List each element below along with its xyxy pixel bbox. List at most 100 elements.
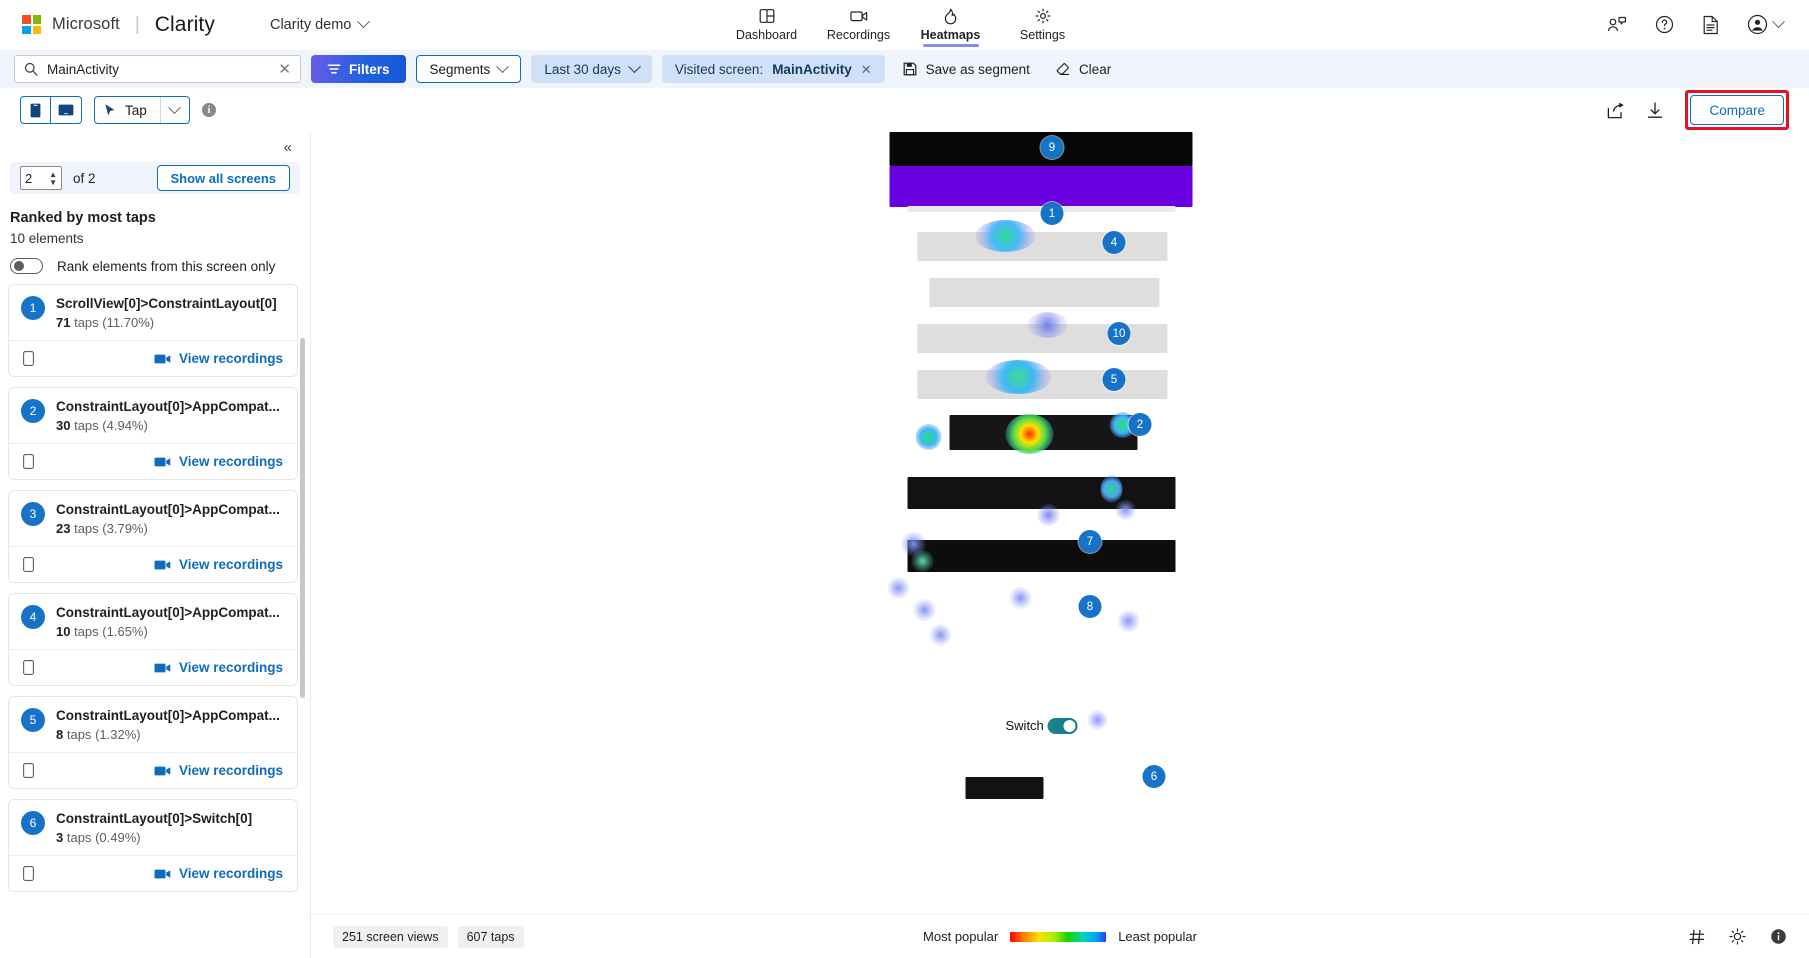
stepper-arrows[interactable]: ▲ ▼ bbox=[49, 170, 57, 186]
filter-bar: ✕ Filters Segments Last 30 days Visited … bbox=[0, 50, 1809, 88]
tap-percent: (1.32%) bbox=[95, 727, 141, 742]
heat-blob bbox=[913, 599, 936, 621]
people-chat-icon[interactable] bbox=[1607, 16, 1627, 33]
element-selector: ConstraintLayout[0]>AppCompat... bbox=[56, 708, 280, 723]
save-as-segment-label: Save as segment bbox=[925, 61, 1030, 77]
filters-button[interactable]: Filters bbox=[311, 55, 406, 83]
heatmap-rank-marker[interactable]: 2 bbox=[1128, 413, 1152, 436]
device-phone-icon bbox=[23, 866, 34, 881]
brightness-icon[interactable] bbox=[1729, 928, 1746, 945]
view-recordings-link[interactable]: View recordings bbox=[154, 351, 283, 366]
heatmap-rank-marker[interactable]: 4 bbox=[1102, 231, 1126, 254]
tab-recordings[interactable]: Recordings bbox=[813, 0, 905, 50]
tap-word: taps bbox=[66, 727, 92, 742]
screen-views-stat: 251 screen views bbox=[333, 925, 448, 948]
date-range-dropdown[interactable]: Last 30 days bbox=[531, 55, 652, 83]
info-icon[interactable]: i bbox=[202, 103, 216, 117]
clear-filters-button[interactable]: Clear bbox=[1048, 55, 1119, 83]
compare-button[interactable]: Compare bbox=[1690, 95, 1784, 125]
rank-scope-toggle-label: Rank elements from this screen only bbox=[57, 258, 276, 274]
ranked-element-card[interactable]: 4 ConstraintLayout[0]>AppCompat... 10 taps… bbox=[8, 593, 298, 686]
tap-count: 71 bbox=[56, 315, 71, 330]
microsoft-logo-icon bbox=[22, 15, 41, 34]
stepper-up-icon[interactable]: ▲ bbox=[49, 170, 57, 178]
heatmap-rank-marker[interactable]: 6 bbox=[1142, 765, 1166, 788]
view-recordings-link[interactable]: View recordings bbox=[154, 557, 283, 572]
device-phone-icon bbox=[23, 351, 34, 366]
tab-settings[interactable]: Settings bbox=[997, 0, 1089, 50]
chevron-down-icon bbox=[496, 59, 510, 73]
document-icon[interactable] bbox=[1702, 15, 1719, 35]
screen-index-stepper[interactable]: ▲ ▼ bbox=[20, 166, 62, 190]
heatmap-rank-marker[interactable]: 8 bbox=[1078, 595, 1102, 618]
tap-percent: (3.79%) bbox=[102, 521, 148, 536]
dashboard-icon bbox=[759, 8, 775, 25]
segments-dropdown[interactable]: Segments bbox=[415, 55, 522, 83]
download-icon[interactable] bbox=[1647, 101, 1663, 119]
tab-dashboard[interactable]: Dashboard bbox=[721, 0, 813, 50]
taps-stat: 607 taps bbox=[457, 925, 524, 948]
date-range-label: Last 30 days bbox=[544, 61, 621, 77]
cursor-icon bbox=[104, 103, 116, 117]
rank-scope-toggle[interactable] bbox=[10, 258, 43, 274]
project-selector[interactable]: Clarity demo bbox=[270, 15, 371, 33]
double-chevron-left-icon[interactable]: « bbox=[284, 139, 292, 156]
share-icon[interactable] bbox=[1607, 102, 1625, 119]
ranked-element-card[interactable]: 3 ConstraintLayout[0]>AppCompat... 23 taps… bbox=[8, 490, 298, 583]
device-tablet-button[interactable] bbox=[51, 96, 82, 124]
element-selector: ConstraintLayout[0]>AppCompat... bbox=[56, 605, 280, 620]
heatmap-rank-marker[interactable]: 9 bbox=[1040, 136, 1064, 159]
chevron-down-icon bbox=[167, 100, 181, 114]
scrollbar-thumb[interactable] bbox=[300, 338, 305, 698]
view-recordings-link[interactable]: View recordings bbox=[154, 660, 283, 675]
app-switch-row bbox=[966, 740, 1122, 762]
info-icon[interactable] bbox=[1770, 928, 1787, 945]
help-icon[interactable] bbox=[1655, 15, 1674, 34]
heatmap-rank-marker[interactable]: 10 bbox=[1107, 322, 1131, 345]
app-button-block-3 bbox=[907, 540, 1176, 572]
visited-screen-filter-chip[interactable]: Visited screen: MainActivity ✕ bbox=[661, 55, 885, 83]
interaction-mode-dropdown[interactable]: Tap bbox=[94, 96, 190, 124]
device-phone-button[interactable] bbox=[20, 96, 51, 124]
account-icon[interactable] bbox=[1747, 14, 1785, 35]
app-row-block-2 bbox=[929, 278, 1160, 307]
ranked-element-card[interactable]: 5 ConstraintLayout[0]>AppCompat... 8 taps … bbox=[8, 696, 298, 789]
element-selector: ScrollView[0]>ConstraintLayout[0] bbox=[56, 296, 277, 311]
search-input[interactable] bbox=[47, 61, 270, 77]
save-as-segment-button[interactable]: Save as segment bbox=[895, 55, 1038, 83]
element-selector: ConstraintLayout[0]>AppCompat... bbox=[56, 399, 280, 414]
heatmap-rank-marker[interactable]: 7 bbox=[1078, 530, 1102, 553]
ranked-element-card[interactable]: 1 ScrollView[0]>ConstraintLayout[0] 71 tap… bbox=[8, 284, 298, 377]
tap-percent: (1.65%) bbox=[102, 624, 148, 639]
rank-badge: 1 bbox=[21, 296, 45, 320]
element-count-label: 10 elements bbox=[10, 231, 84, 246]
heatmap-stage[interactable]: Switch 9 1 4 10 5 2 7 8 6 bbox=[311, 132, 1809, 958]
app-row-block-4 bbox=[917, 370, 1168, 399]
heatmap-rank-marker[interactable]: 1 bbox=[1040, 202, 1064, 225]
app-switch-control[interactable] bbox=[1047, 718, 1078, 734]
save-icon bbox=[903, 62, 917, 76]
stepper-down-icon[interactable]: ▼ bbox=[49, 178, 57, 186]
ranked-element-card[interactable]: 2 ConstraintLayout[0]>AppCompat... 30 taps… bbox=[8, 387, 298, 480]
heat-blob bbox=[887, 577, 910, 599]
close-icon[interactable]: ✕ bbox=[861, 63, 872, 76]
legend-most-popular-label: Most popular bbox=[923, 929, 999, 944]
show-all-screens-button[interactable]: Show all screens bbox=[156, 165, 290, 191]
screen-index-input[interactable] bbox=[25, 170, 47, 186]
view-recordings-link[interactable]: View recordings bbox=[154, 866, 283, 881]
close-icon[interactable]: ✕ bbox=[278, 62, 291, 77]
list-scrollbar[interactable] bbox=[300, 338, 305, 938]
element-selector: ConstraintLayout[0]>AppCompat... bbox=[56, 502, 280, 517]
heatmap-rank-marker[interactable]: 5 bbox=[1102, 368, 1126, 391]
toggle-knob bbox=[14, 261, 24, 271]
view-recordings-link[interactable]: View recordings bbox=[154, 763, 283, 778]
ranked-element-card[interactable]: 6 ConstraintLayout[0]>Switch[0] 3 taps (0.… bbox=[8, 799, 298, 892]
search-box[interactable]: ✕ bbox=[14, 55, 301, 83]
card-header: 6 ConstraintLayout[0]>Switch[0] 3 taps (0.… bbox=[9, 800, 297, 855]
ranked-element-list[interactable]: 1 ScrollView[0]>ConstraintLayout[0] 71 tap… bbox=[0, 284, 310, 958]
collapse-row: « bbox=[0, 132, 310, 162]
view-recordings-link[interactable]: View recordings bbox=[154, 454, 283, 469]
grid-icon[interactable] bbox=[1689, 929, 1705, 945]
tab-heatmaps[interactable]: Heatmaps bbox=[905, 0, 997, 50]
divider bbox=[159, 97, 161, 123]
